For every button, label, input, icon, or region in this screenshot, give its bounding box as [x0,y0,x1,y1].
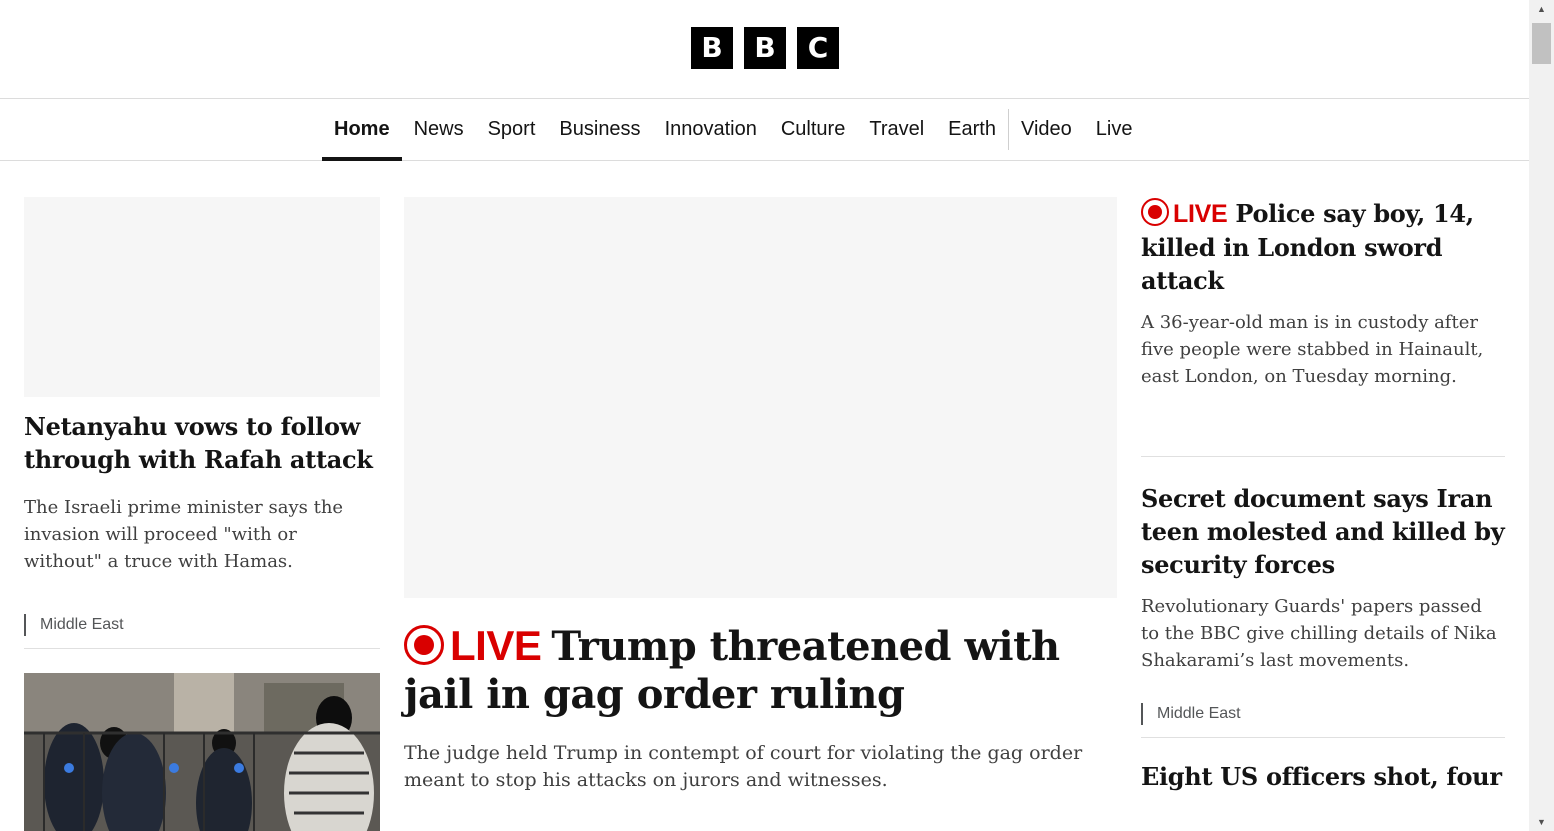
center-column: LIVE Trump threatened with jail in gag or… [404,197,1117,794]
story-tag[interactable]: Middle East [24,614,380,636]
nav-item-live[interactable]: Live [1084,99,1145,160]
protest-photo-art [24,673,380,831]
nav-item-sport[interactable]: Sport [476,99,548,160]
story-headline-container[interactable]: LIVE Police say boy, 14, killed in London… [1141,197,1505,297]
story-tag[interactable]: Middle East [1141,703,1505,725]
nav-item-earth[interactable]: Earth [936,99,1008,160]
tag-label: Middle East [1157,705,1241,722]
scroll-down-arrow-icon[interactable]: ▼ [1529,813,1554,831]
nav-item-travel[interactable]: Travel [857,99,936,160]
logo-letter-b1: B [691,27,733,69]
main-nav: Home News Sport Business Innovation Cult… [0,99,1529,161]
tag-bar [1141,703,1143,725]
nav-item-business[interactable]: Business [547,99,652,160]
lead-summary: The judge held Trump in contempt of cour… [404,742,1083,791]
live-indicator-icon [1141,198,1169,226]
protest-photo[interactable] [24,673,380,831]
nav-item-home[interactable]: Home [322,99,402,161]
scroll-up-arrow-icon[interactable]: ▲ [1529,0,1554,18]
vertical-scrollbar[interactable]: ▲ ▼ [1529,0,1554,831]
story-headline[interactable]: Netanyahu vows to follow through with Ra… [24,410,380,476]
divider [1141,456,1505,457]
live-label: LIVE [1173,200,1228,228]
nav-item-culture[interactable]: Culture [769,99,857,160]
bbc-homepage: B B C Home News Sport Business Innovatio… [0,0,1529,831]
scrollbar-thumb[interactable] [1532,23,1551,64]
right-column: LIVE Police say boy, 14, killed in London… [1141,197,1505,793]
masthead: B B C [0,0,1529,99]
story-image-placeholder[interactable] [24,197,380,397]
story-summary: The Israeli prime minister says the inva… [24,497,344,572]
logo-letter-c: C [797,27,839,69]
tag-bar [24,614,26,636]
lead-headline-container[interactable]: LIVE Trump threatened with jail in gag or… [404,622,1117,719]
nav-item-news[interactable]: News [402,99,476,160]
live-label: LIVE [450,622,542,669]
lead-image-placeholder[interactable] [404,197,1117,598]
live-indicator-icon [404,625,444,665]
story-headline[interactable]: Secret document says Iran teen molested … [1141,482,1505,581]
divider [24,648,380,649]
nav-item-innovation[interactable]: Innovation [653,99,769,160]
story-summary: A 36-year-old man is in custody after fi… [1141,312,1484,387]
divider [1141,737,1505,738]
story-headline[interactable]: Eight US officers shot, four [1141,760,1505,793]
logo-letter-b2: B [744,27,786,69]
left-column: Netanyahu vows to follow through with Ra… [24,197,380,831]
nav-item-video[interactable]: Video [1009,99,1084,160]
bbc-logo[interactable]: B B C [691,27,839,69]
story-summary: Revolutionary Guards' papers passed to t… [1141,596,1497,671]
tag-label: Middle East [40,616,124,633]
